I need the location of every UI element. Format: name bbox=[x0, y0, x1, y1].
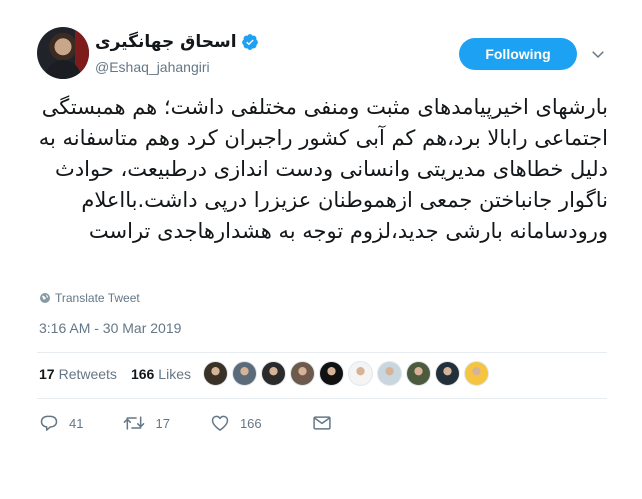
liker-avatar-4[interactable] bbox=[290, 361, 315, 386]
envelope-icon bbox=[312, 416, 331, 430]
retweets-stat-count: 17 bbox=[39, 366, 55, 382]
liker-avatar-3[interactable] bbox=[261, 361, 286, 386]
tweet-timestamp[interactable]: 3:16 AM - 30 Mar 2019 bbox=[39, 320, 181, 336]
following-button[interactable]: Following bbox=[459, 38, 577, 70]
likes-stat[interactable]: 166 Likes bbox=[131, 366, 191, 382]
direct-message-button[interactable] bbox=[312, 413, 342, 433]
retweet-button[interactable]: 17 bbox=[123, 413, 170, 433]
liker-avatar-6[interactable] bbox=[348, 361, 373, 386]
verified-badge-icon bbox=[241, 34, 258, 50]
retweets-stat[interactable]: 17 Retweets bbox=[39, 366, 117, 382]
author-handle[interactable]: @Eshaq_jahangiri bbox=[95, 59, 210, 75]
translate-tweet-label[interactable]: Translate Tweet bbox=[55, 291, 140, 305]
liker-avatar-1[interactable] bbox=[203, 361, 228, 386]
divider bbox=[37, 352, 607, 353]
heart-icon bbox=[211, 415, 229, 431]
tweet-header: اسحاق جهانگیری @Eshaq_jahangiri Followin… bbox=[37, 27, 607, 83]
retweet-icon bbox=[124, 416, 145, 430]
reply-count: 41 bbox=[69, 415, 84, 431]
divider bbox=[37, 398, 607, 399]
liker-avatar-5[interactable] bbox=[319, 361, 344, 386]
globe-icon bbox=[40, 293, 50, 303]
author-display-name[interactable]: اسحاق جهانگیری bbox=[95, 32, 237, 52]
retweets-stat-label: Retweets bbox=[58, 366, 117, 382]
liker-avatar-9[interactable] bbox=[435, 361, 460, 386]
like-count: 166 bbox=[239, 415, 262, 431]
likes-stat-count: 166 bbox=[130, 366, 155, 382]
liker-avatar-2[interactable] bbox=[232, 361, 257, 386]
tweet-stats: 17 Retweets 166 Likes bbox=[39, 364, 191, 384]
liker-avatar-8[interactable] bbox=[406, 361, 431, 386]
likes-stat-label: Likes bbox=[158, 366, 191, 382]
reply-button[interactable]: 41 bbox=[39, 413, 83, 433]
like-button[interactable]: 166 bbox=[210, 413, 262, 433]
retweet-count: 17 bbox=[155, 415, 170, 431]
reply-icon bbox=[40, 415, 58, 431]
liker-avatar-7[interactable] bbox=[377, 361, 402, 386]
likers-avatars bbox=[203, 361, 493, 386]
chevron-down-icon[interactable] bbox=[589, 45, 607, 63]
tweet-text: بارشهای اخیرپیامدهای مثبت ومنفی مختلفی د… bbox=[38, 95, 608, 243]
translate-tweet-link[interactable]: Translate Tweet bbox=[39, 291, 140, 305]
author-avatar[interactable] bbox=[37, 27, 89, 79]
author-name-row[interactable]: اسحاق جهانگیری bbox=[95, 32, 259, 52]
tweet-actions: 41 17 166 bbox=[39, 413, 342, 433]
liker-avatar-10[interactable] bbox=[464, 361, 489, 386]
